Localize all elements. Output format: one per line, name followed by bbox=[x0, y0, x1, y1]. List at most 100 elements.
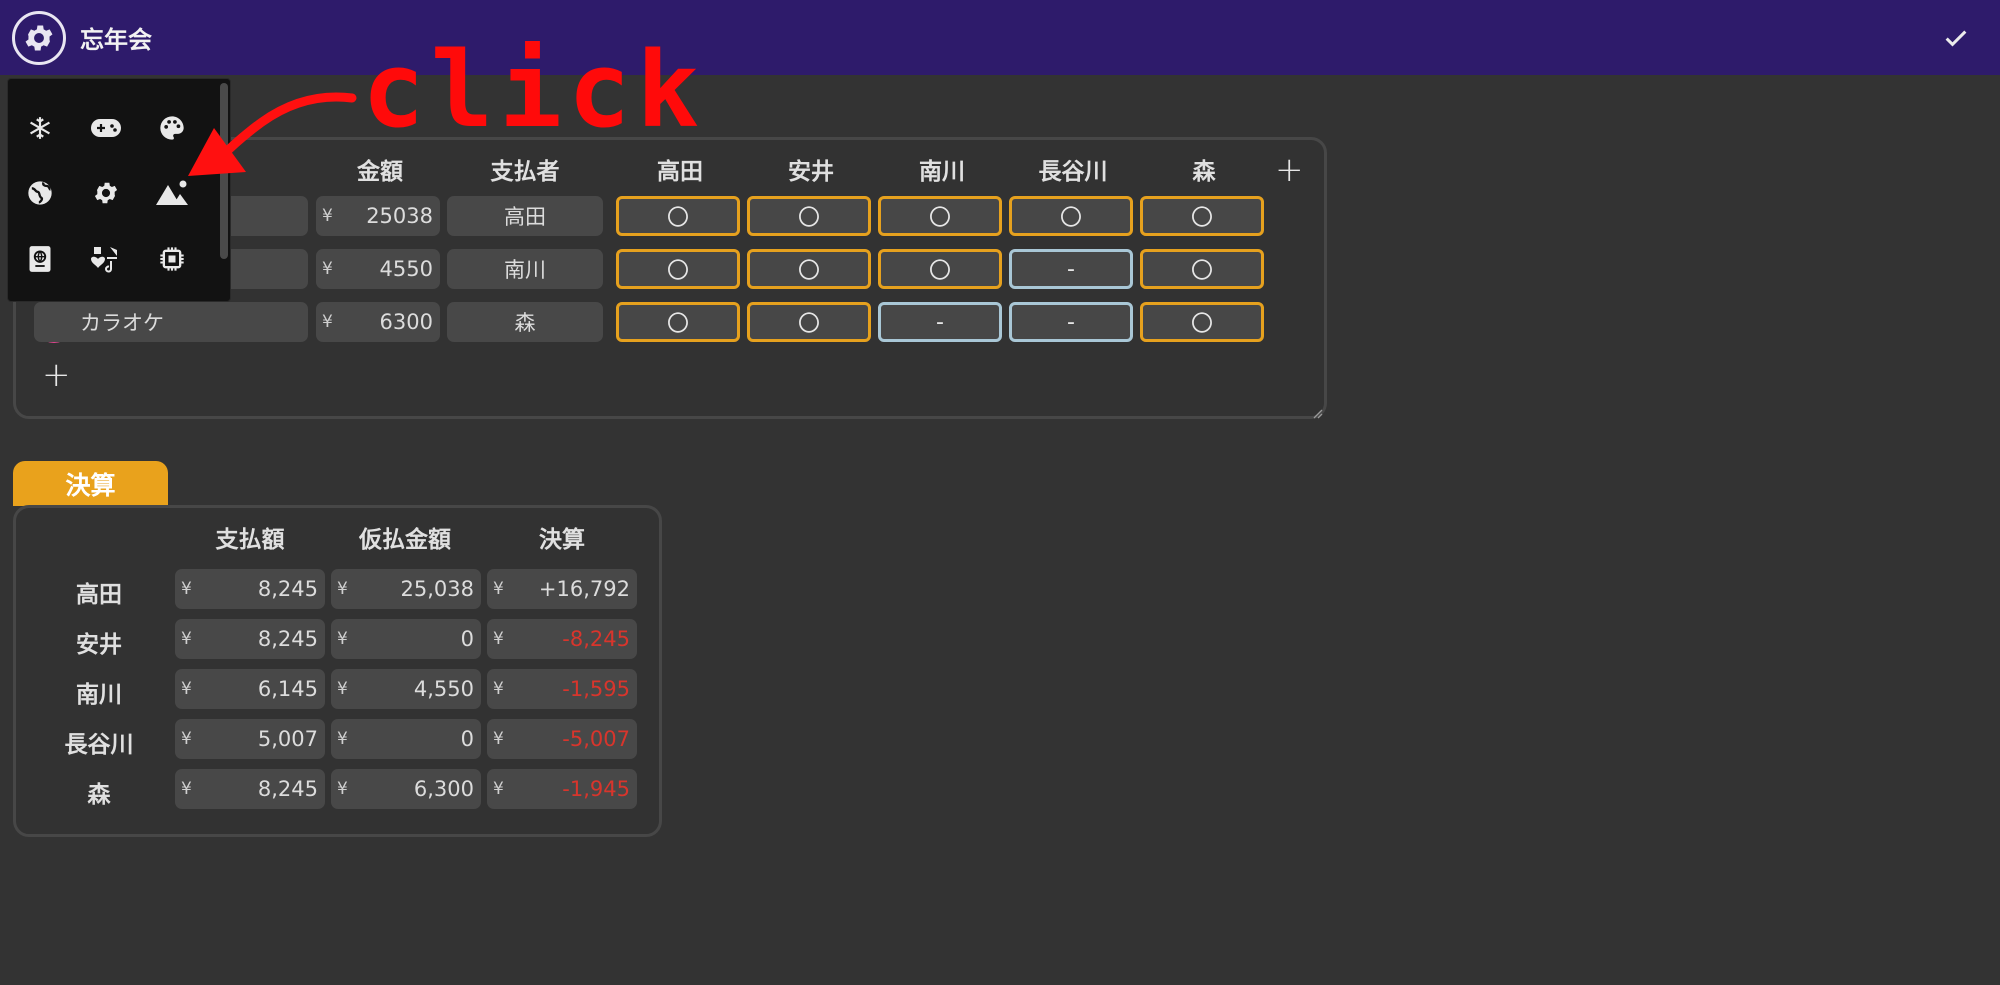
result-value: ¥ -1,945 bbox=[487, 769, 637, 809]
advance-value: ¥4,550 bbox=[331, 669, 481, 709]
result-value: ¥ -8,245 bbox=[487, 619, 637, 659]
currency-symbol: ¥ bbox=[322, 312, 333, 332]
amount-input[interactable]: ¥ 6300 bbox=[316, 302, 440, 342]
advance-value: ¥25,038 bbox=[331, 569, 481, 609]
currency-symbol: ¥ bbox=[493, 729, 504, 749]
amount-value: 25038 bbox=[366, 204, 433, 228]
add-member-button[interactable]: + bbox=[1275, 153, 1304, 187]
share-toggle[interactable]: 〇 bbox=[1009, 196, 1133, 236]
share-toggle[interactable]: 〇 bbox=[1140, 249, 1264, 289]
share-toggle[interactable]: 〇 bbox=[616, 196, 740, 236]
amount-value: 4550 bbox=[379, 257, 433, 281]
result-amount: -1,945 bbox=[562, 777, 630, 801]
result-amount: -5,007 bbox=[562, 727, 630, 751]
paid-amount: 8,245 bbox=[257, 577, 318, 601]
currency-symbol: ¥ bbox=[181, 779, 192, 799]
paid-header: 支払額 bbox=[215, 527, 285, 553]
currency-symbol: ¥ bbox=[337, 779, 348, 799]
page-title[interactable]: 忘年会 bbox=[80, 20, 152, 55]
paid-amount: 5,007 bbox=[257, 727, 318, 751]
share-toggle[interactable]: - bbox=[878, 302, 1002, 342]
add-row-button[interactable]: + bbox=[42, 358, 71, 392]
chip-icon[interactable] bbox=[152, 239, 192, 279]
member-name: 南川 bbox=[76, 682, 122, 708]
payer-select[interactable]: 南川 bbox=[447, 249, 603, 289]
share-toggle[interactable]: 〇 bbox=[747, 302, 871, 342]
advance-amount: 0 bbox=[460, 727, 474, 751]
currency-symbol: ¥ bbox=[337, 679, 348, 699]
snowflake-icon[interactable] bbox=[20, 108, 60, 148]
member-name: 高田 bbox=[76, 582, 122, 608]
currency-symbol: ¥ bbox=[493, 679, 504, 699]
paid-value: ¥8,245 bbox=[175, 769, 325, 809]
confirm-check-icon[interactable] bbox=[1938, 20, 1974, 56]
advance-value: ¥0 bbox=[331, 619, 481, 659]
payer-select[interactable]: 森 bbox=[447, 302, 603, 342]
gamepad-icon[interactable] bbox=[86, 108, 126, 148]
currency-symbol: ¥ bbox=[337, 629, 348, 649]
advance-value: ¥0 bbox=[331, 719, 481, 759]
share-toggle[interactable]: - bbox=[1009, 302, 1133, 342]
share-toggle[interactable]: 〇 bbox=[878, 196, 1002, 236]
globe-icon[interactable] bbox=[20, 173, 60, 213]
currency-symbol: ¥ bbox=[493, 579, 504, 599]
expense-name-input[interactable]: カラオケ bbox=[34, 302, 308, 342]
share-toggle[interactable]: 〇 bbox=[747, 196, 871, 236]
currency-symbol: ¥ bbox=[337, 579, 348, 599]
result-value: ¥ -5,007 bbox=[487, 719, 637, 759]
result-value: ¥ -1,595 bbox=[487, 669, 637, 709]
member-header[interactable]: 南川 bbox=[880, 152, 1004, 186]
share-toggle[interactable]: 〇 bbox=[878, 249, 1002, 289]
member-header[interactable]: 高田 bbox=[618, 152, 742, 186]
member-header[interactable]: 安井 bbox=[749, 152, 873, 186]
currency-symbol: ¥ bbox=[181, 679, 192, 699]
share-toggle[interactable]: 〇 bbox=[1140, 196, 1264, 236]
expense-name-value: カラオケ bbox=[80, 311, 164, 335]
currency-symbol: ¥ bbox=[181, 729, 192, 749]
advance-amount: 4,550 bbox=[413, 677, 474, 701]
passport-icon[interactable] bbox=[20, 239, 60, 279]
share-toggle[interactable]: - bbox=[1009, 249, 1133, 289]
amount-input[interactable]: ¥ 25038 bbox=[316, 196, 440, 236]
payer-select[interactable]: 高田 bbox=[447, 196, 603, 236]
currency-symbol: ¥ bbox=[493, 629, 504, 649]
advance-amount: 6,300 bbox=[413, 777, 474, 801]
paid-value: ¥6,145 bbox=[175, 669, 325, 709]
currency-symbol: ¥ bbox=[181, 579, 192, 599]
share-toggle[interactable]: 〇 bbox=[1140, 302, 1264, 342]
app-header: 忘年会 bbox=[0, 0, 2000, 75]
share-toggle[interactable]: 〇 bbox=[747, 249, 871, 289]
advance-value: ¥6,300 bbox=[331, 769, 481, 809]
currency-symbol: ¥ bbox=[337, 729, 348, 749]
paid-value: ¥8,245 bbox=[175, 619, 325, 659]
click-annotation: click bbox=[362, 29, 706, 151]
resize-handle-icon[interactable] bbox=[1311, 404, 1323, 423]
gear-logo-icon[interactable] bbox=[12, 10, 66, 65]
gear-icon[interactable] bbox=[86, 173, 126, 213]
result-amount: -1,595 bbox=[562, 677, 630, 701]
member-header[interactable]: 森 bbox=[1142, 152, 1266, 186]
paid-value: ¥8,245 bbox=[175, 569, 325, 609]
member-name: 森 bbox=[87, 782, 111, 808]
annotation-arrow-icon bbox=[188, 92, 357, 176]
paid-value: ¥5,007 bbox=[175, 719, 325, 759]
amount-value: 6300 bbox=[379, 310, 433, 334]
advance-header: 仮払金額 bbox=[359, 527, 451, 553]
payer-header: 支払者 bbox=[490, 159, 560, 185]
paid-amount: 8,245 bbox=[257, 627, 318, 651]
share-toggle[interactable]: 〇 bbox=[616, 249, 740, 289]
member-name: 長谷川 bbox=[64, 732, 134, 758]
result-value: ¥ +16,792 bbox=[487, 569, 637, 609]
advance-amount: 25,038 bbox=[400, 577, 474, 601]
music-note-icon[interactable] bbox=[86, 239, 126, 279]
paid-amount: 6,145 bbox=[257, 677, 318, 701]
advance-amount: 0 bbox=[460, 627, 474, 651]
share-toggle[interactable]: 〇 bbox=[616, 302, 740, 342]
amount-input[interactable]: ¥ 4550 bbox=[316, 249, 440, 289]
currency-symbol: ¥ bbox=[322, 259, 333, 279]
result-header: 決算 bbox=[539, 527, 585, 553]
member-header[interactable]: 長谷川 bbox=[1011, 152, 1135, 186]
settlement-tab[interactable]: 決算 bbox=[13, 461, 168, 506]
currency-symbol: ¥ bbox=[322, 206, 333, 226]
result-amount: -8,245 bbox=[562, 627, 630, 651]
